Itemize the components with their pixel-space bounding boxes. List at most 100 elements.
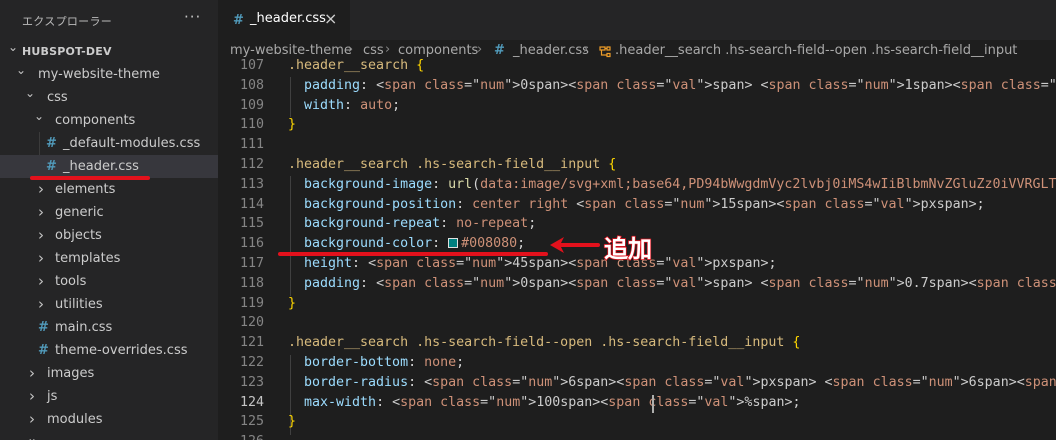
- breadcrumb-symbol[interactable]: .header__search .hs-search-field--open .…: [615, 43, 1017, 58]
- red-underline-annotation: [278, 252, 548, 256]
- explorer-header: エクスプローラー ···: [0, 0, 218, 40]
- code-line: }: [288, 295, 297, 311]
- symbol-class-icon: [599, 46, 611, 58]
- chevron-right-icon: [34, 178, 48, 201]
- line-number: 109: [239, 97, 264, 113]
- css-hash-icon: #: [46, 159, 57, 174]
- tree-file-header-css[interactable]: # _header.css: [0, 155, 218, 178]
- css-hash-icon: #: [38, 320, 49, 335]
- line-number: 116: [239, 236, 264, 252]
- line-number: 113: [239, 176, 264, 192]
- annotation-label: 追加: [603, 234, 653, 264]
- tree-item-label: tools: [55, 274, 87, 289]
- chevron-right-icon: ›: [385, 42, 391, 57]
- css-hash-icon: #: [494, 43, 505, 58]
- tree-item-label: _default-modules.css: [63, 136, 201, 151]
- tree-row-partial: [0, 431, 218, 440]
- code-line: .header__search .hs-search-field__input …: [288, 157, 617, 172]
- line-number: 120: [239, 315, 264, 331]
- tree-folder-templates[interactable]: templates: [0, 247, 218, 270]
- editor-area: # _header.css × my-website-theme › css ›…: [218, 0, 1056, 440]
- line-number: 119: [239, 295, 264, 311]
- code-line: }: [288, 117, 297, 133]
- chevron-down-icon: [32, 109, 46, 132]
- close-icon[interactable]: ×: [324, 9, 337, 28]
- tree-item-label: templates: [55, 251, 121, 266]
- chevron-right-icon: ›: [348, 42, 354, 57]
- tab-bar: # _header.css ×: [218, 0, 1056, 40]
- line-number: 125: [239, 414, 264, 430]
- line-number: 107: [239, 58, 264, 73]
- chevron-right-icon: [34, 224, 48, 247]
- workspace-root[interactable]: HUBSPOT-DEV: [0, 40, 218, 63]
- code-line: height: <span class="num">45span><span c…: [304, 256, 777, 271]
- code-line: background-repeat: no-repeat;: [304, 216, 537, 232]
- tree-file-theme-overrides-css[interactable]: # theme-overrides.css: [0, 339, 218, 362]
- css-hash-icon: #: [233, 13, 244, 28]
- tree-item-label: js: [47, 389, 58, 404]
- tree-item-label: my-website-theme: [38, 67, 160, 82]
- tree-folder-objects[interactable]: objects: [0, 224, 218, 247]
- tree-item-label: main.css: [55, 320, 113, 335]
- code-line: background-image: url(data:image/svg+xml…: [304, 176, 1056, 192]
- tree-item-label: images: [47, 366, 95, 381]
- line-number: 117: [239, 256, 264, 271]
- line-number: 124: [239, 394, 264, 410]
- chevron-right-icon: ›: [477, 42, 483, 57]
- tree-item-label: utilities: [55, 297, 103, 312]
- chevron-right-icon: [34, 201, 48, 224]
- line-number: 126: [218, 432, 264, 440]
- code-line: max-width: <span class="num">100span><sp…: [304, 394, 801, 410]
- breadcrumb-item[interactable]: _header.css: [513, 43, 589, 58]
- chevron-right-icon: [34, 270, 48, 293]
- line-number: 110: [239, 117, 264, 133]
- code-line: width: auto;: [304, 97, 401, 113]
- tree-file-default-modules-css[interactable]: # _default-modules.css: [0, 132, 218, 155]
- red-arrow-icon: [550, 237, 600, 253]
- explorer-title: エクスプローラー: [22, 15, 113, 28]
- indent-guide: [290, 77, 291, 117]
- line-number: 111: [239, 137, 264, 153]
- line-number: 112: [239, 157, 264, 172]
- tree-folder-utilities[interactable]: utilities: [0, 293, 218, 316]
- tree-folder-tools[interactable]: tools: [0, 270, 218, 293]
- chevron-down-icon: [25, 431, 39, 440]
- code-line: border-radius: <span class="num">6span><…: [304, 374, 1056, 390]
- tree-item-label: components: [55, 113, 136, 128]
- tree-folder-js[interactable]: js: [0, 385, 218, 408]
- tree-item-label: theme-overrides.css: [55, 343, 188, 358]
- tree-item-label: _header.css: [63, 159, 139, 174]
- line-number: 121: [239, 335, 264, 351]
- chevron-right-icon: [25, 385, 39, 408]
- line-number: 118: [239, 275, 264, 291]
- tree-folder-images[interactable]: images: [0, 362, 218, 385]
- tree-folder-components[interactable]: components: [0, 109, 218, 132]
- chevron-right-icon: [34, 293, 48, 316]
- explorer-sidebar: エクスプローラー ··· HUBSPOT-DEV my-website-them…: [0, 0, 218, 440]
- chevron-right-icon: [25, 362, 39, 385]
- tree-item-label: elements: [55, 182, 116, 197]
- code-line: border-bottom: none;: [304, 355, 465, 370]
- indent-guide: [290, 176, 291, 296]
- line-number: 114: [239, 196, 264, 212]
- line-number: 123: [239, 374, 264, 390]
- tree-folder-generic[interactable]: generic: [0, 201, 218, 224]
- code-line: background-color: #008080;: [304, 236, 526, 252]
- tab-header-css[interactable]: # _header.css ×: [218, 0, 350, 40]
- tree-file-main-css[interactable]: # main.css: [0, 316, 218, 339]
- more-actions-icon[interactable]: ···: [184, 8, 201, 26]
- line-number: 108: [239, 77, 264, 93]
- css-hash-icon: #: [38, 343, 49, 358]
- text-cursor: [652, 395, 654, 413]
- workspace-root-label: HUBSPOT-DEV: [22, 45, 112, 58]
- code-line: .header__search .hs-search-field--open .…: [288, 335, 801, 351]
- chevron-right-icon: [34, 247, 48, 270]
- tree-item-label: css: [47, 90, 68, 105]
- chevron-right-icon: ›: [583, 42, 589, 57]
- code-line: }: [288, 414, 297, 430]
- code-line: .header__search {: [288, 58, 425, 73]
- tree-folder-elements[interactable]: elements: [0, 178, 218, 201]
- tree-item-label: modules: [47, 412, 103, 427]
- color-swatch[interactable]: [448, 238, 459, 249]
- tab-title: _header.css: [250, 11, 326, 26]
